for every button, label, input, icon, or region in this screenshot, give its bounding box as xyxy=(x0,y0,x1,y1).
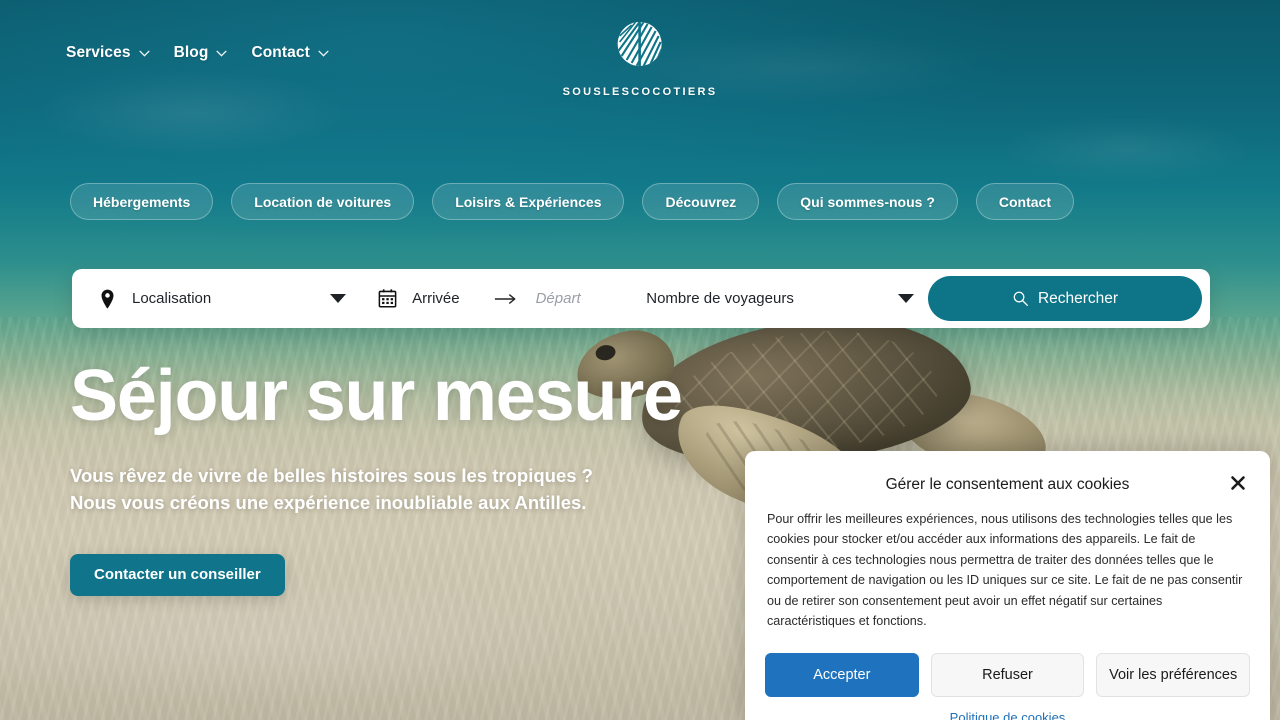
nav-item-contact[interactable]: Contact xyxy=(251,44,329,62)
category-pill-decouvrez[interactable]: Découvrez xyxy=(642,183,760,220)
search-button[interactable]: Rechercher xyxy=(928,276,1202,321)
chevron-down-icon xyxy=(139,50,150,57)
chevron-down-icon xyxy=(216,50,228,57)
caret-down-icon[interactable] xyxy=(898,294,915,303)
chevron-down-icon xyxy=(318,50,329,57)
accept-cookies-button[interactable]: Accepter xyxy=(765,653,919,698)
search-button-label: Rechercher xyxy=(1037,289,1119,307)
map-pin-icon xyxy=(96,289,118,309)
arrow-right-icon xyxy=(494,293,518,305)
category-pill-location-de-voitures[interactable]: Location de voitures xyxy=(231,183,415,220)
hero-subtitle-line-1: Vous rêvez de vivre de belles histoires … xyxy=(70,465,593,487)
cookie-policy-link[interactable]: Politique de cookies xyxy=(950,710,1066,720)
cookie-dialog-header: Gérer le consentement aux cookies xyxy=(765,467,1250,503)
category-pill-bar: Hébergements Location de voitures Loisir… xyxy=(70,183,1074,220)
hero-subtitle-line-2: Nous vous créons une expérience inoublia… xyxy=(70,491,587,513)
arrival-value: Arrivée xyxy=(412,290,460,307)
departure-input[interactable]: Départ xyxy=(536,290,581,307)
cookie-consent-dialog: Gérer le consentement aux cookies Pour o… xyxy=(745,451,1270,720)
refuse-cookies-button[interactable]: Refuser xyxy=(930,653,1085,698)
cookie-dialog-actions: Accepter Refuser Voir les préférences xyxy=(765,653,1251,698)
nav-item-label: Services xyxy=(66,44,131,61)
nav-item-label: Contact xyxy=(251,44,310,61)
contact-advisor-button[interactable]: Contacter un conseiller xyxy=(70,553,285,596)
guests-value: Nombre de voyageurs xyxy=(646,290,794,307)
palm-leaf-circle-logo-icon xyxy=(614,18,666,80)
nav-item-blog[interactable]: Blog xyxy=(174,44,228,62)
cookie-dialog-body: Pour offrir les meilleures expériences, … xyxy=(767,512,1243,628)
category-pill-hebergements[interactable]: Hébergements xyxy=(70,183,214,220)
location-field[interactable]: Localisation xyxy=(72,269,360,328)
cookie-dialog-title: Gérer le consentement aux cookies xyxy=(885,476,1130,493)
caret-down-icon[interactable] xyxy=(330,294,347,303)
calendar-icon xyxy=(376,288,398,309)
dates-field[interactable]: Arrivée Départ xyxy=(360,269,634,328)
nav-item-label: Blog xyxy=(173,44,209,61)
hero-subtitle: Vous rêvez de vivre de belles histoires … xyxy=(70,463,682,516)
category-pill-loisirs-experiences[interactable]: Loisirs & Expériences xyxy=(432,183,625,220)
hero-copy: Séjour sur mesure Vous rêvez de vivre de… xyxy=(70,356,683,596)
site-header: Services Blog Contact SOUSLESCOCOTIERS xyxy=(0,0,1280,110)
brand-name: SOUSLESCOCOTIERS xyxy=(562,86,718,98)
cookie-preferences-button[interactable]: Voir les préférences xyxy=(1096,653,1251,698)
category-pill-contact[interactable]: Contact xyxy=(975,183,1074,220)
guests-field[interactable]: Nombre de voyageurs xyxy=(634,269,928,328)
search-bar: Localisation Arrivée Départ Nombre de vo… xyxy=(72,269,1210,328)
close-icon[interactable] xyxy=(1224,469,1252,497)
site-logo[interactable]: SOUSLESCOCOTIERS xyxy=(563,18,718,98)
nav-item-services[interactable]: Services xyxy=(66,44,150,62)
search-icon xyxy=(1012,290,1029,307)
category-pill-qui-sommes-nous[interactable]: Qui sommes-nous ? xyxy=(777,183,958,220)
cookie-policy-link-wrap: Politique de cookies xyxy=(765,709,1250,720)
location-value: Localisation xyxy=(132,290,212,307)
hero-title: Séjour sur mesure xyxy=(70,356,683,436)
primary-navigation: Services Blog Contact xyxy=(66,44,329,62)
